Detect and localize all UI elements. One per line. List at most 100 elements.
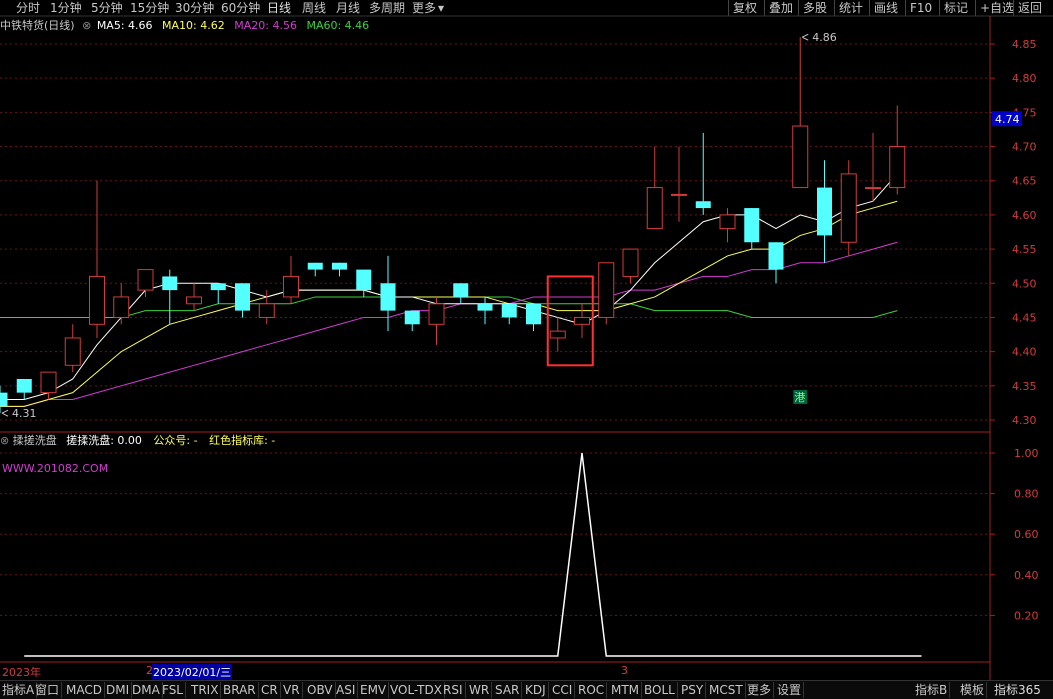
candle-body-down [477,303,493,311]
candle-body-down [16,378,32,393]
price-tick-label: 4.50 [1012,277,1037,290]
candle-body-down [404,310,420,325]
ma60-value: MA60: 4.46 [306,19,370,32]
high-price-label: 4.86 [812,31,837,44]
hk-marker-label: 港 [794,391,805,404]
indicator-tab-right-0[interactable]: 指标B [913,682,951,698]
candle-body-up [64,337,81,366]
low-arrow-icon [1,409,9,417]
indicator-tab-17[interactable]: KDJ [523,682,549,698]
price-tick-label: 4.40 [1012,346,1037,359]
candle-body-up [598,262,615,318]
candle-body-down [695,201,711,209]
indicator-tab-21[interactable]: BOLL [642,682,678,698]
candle-body-down [501,303,517,318]
indicator-tabs: 指标A 窗口 MACD DMI DMA FSL TRIX BRAR CR VR OBV ASI EMV V… [0,680,1053,699]
ma5-line [0,173,898,400]
candle-body-up [840,173,857,243]
indicator-tab-20[interactable]: MTM [609,682,643,698]
candle-body-down [307,262,323,270]
indicator-tab-14[interactable]: RSI [441,682,466,698]
price-tick-label: 4.45 [1012,311,1037,324]
price-tick-label: 4.85 [1012,38,1037,51]
ma20-line [0,241,898,407]
candle-body-up [622,248,639,277]
ma10-value: MA10: 4.62 [162,19,225,32]
gear-icon[interactable]: ⊗ [0,434,9,447]
candle-body-up [283,275,299,298]
date-bar: 2023年 2 2023/02/01/三 3 [0,664,990,680]
indicator-lib: 红色指标库: - [209,434,276,447]
candle-body-up [574,316,590,325]
candle-body-up [258,303,275,318]
cursor-date-label: 2023/02/01/三 [152,664,233,680]
price-tick-label: 4.35 [1012,380,1037,393]
candle-body-up [889,146,906,189]
candle-body-down [0,392,8,407]
candle-body-down [526,303,541,325]
candle-body-down [162,276,178,291]
stock-title: 中铁特货(日线) [0,19,75,32]
candle-body-up [113,296,130,318]
indicator-value: 搓揉洗盘: 0.00 [66,434,142,447]
price-tick-label: 4.70 [1012,141,1037,154]
candle-body-up [671,193,687,196]
kline-chart[interactable]: 4.854.804.754.704.654.604.554.504.454.40… [0,0,1053,698]
candle-body-down [235,283,250,311]
indicator-tab-22[interactable]: PSY [679,682,707,698]
indicator-tab-19[interactable]: ROC [576,682,608,698]
current-price-label: 4.74 [995,113,1020,126]
indicator-tab-7[interactable]: BRAR [221,682,259,698]
indicator-tab-8[interactable]: CR [259,682,281,698]
candle-body-down [380,283,396,311]
indicator-tab-15[interactable]: WR [467,682,493,698]
indicator-tick-label: 1.00 [1014,447,1039,460]
candle-body-up [719,214,736,230]
settings-icon[interactable]: ⊗ [82,19,91,32]
price-tick-label: 4.65 [1012,175,1037,188]
indicator-tab-10[interactable]: OBV [305,682,336,698]
indicator-tab-23[interactable]: MCST [707,682,746,698]
indicator-tick-label: 0.80 [1014,488,1039,501]
indicator-tab-25[interactable]: 设置 [775,682,805,698]
indicator-tab-5[interactable]: FSL [160,682,186,698]
indicator-tab-18[interactable]: CCI [550,682,576,698]
indicator-tab-2[interactable]: MACD [64,682,105,698]
ma5-value: MA5: 4.66 [96,19,153,32]
watermark-logo: 指标365 [994,683,1041,697]
price-tick-label: 4.30 [1012,414,1037,427]
indicator-tab-4[interactable]: DMA [130,682,163,698]
candle-body-down [768,242,784,270]
indicator-tab-6[interactable]: TRIX [189,682,222,698]
year-label: 2023年 [2,666,41,679]
indicator-legend: ⊗ 揉搓洗盘 搓揉洗盘: 0.00 公众号: - 红色指标库: - [0,433,275,449]
candle-body-up [89,275,105,325]
indicator-tab-13[interactable]: VOL-TDX [388,682,445,698]
indicator-tab-9[interactable]: VR [281,682,303,698]
indicator-tab-3[interactable]: DMI [104,682,133,698]
indicator-gzh: 公众号: - [153,434,198,447]
candle-body-up [186,296,202,305]
candle-body-down [453,283,469,297]
candle-body-up [865,187,881,190]
ma-legend: 中铁特货(日线) ⊗ MA5: 4.66 MA10: 4.62 MA20: 4.… [0,18,369,34]
indicator-tab-right-1[interactable]: 模板 [958,682,988,698]
indicator-tab-11[interactable]: ASI [334,682,359,698]
candle-body-down [744,208,760,243]
indicator-tab-16[interactable]: SAR [493,682,523,698]
indicator-tab-0[interactable]: 指标A [0,682,38,698]
indicator-tab-12[interactable]: EMV [358,682,390,698]
candle-body-up [646,187,663,230]
indicator-tick-label: 0.60 [1014,528,1039,541]
ma20-value: MA20: 4.56 [234,19,297,32]
indicator-tab-1[interactable]: 窗口 [33,682,63,698]
indicator-name: 揉搓洗盘 [12,434,57,447]
candle-body-down [332,262,347,270]
candle-body-up [428,303,445,325]
candle-body-down [356,269,372,291]
candle-body-up [40,371,57,394]
indicator-tab-24[interactable]: 更多 [745,682,775,698]
candle-body-up [549,330,566,339]
indicator-tick-label: 0.40 [1014,569,1039,582]
price-tick-label: 4.55 [1012,243,1037,256]
